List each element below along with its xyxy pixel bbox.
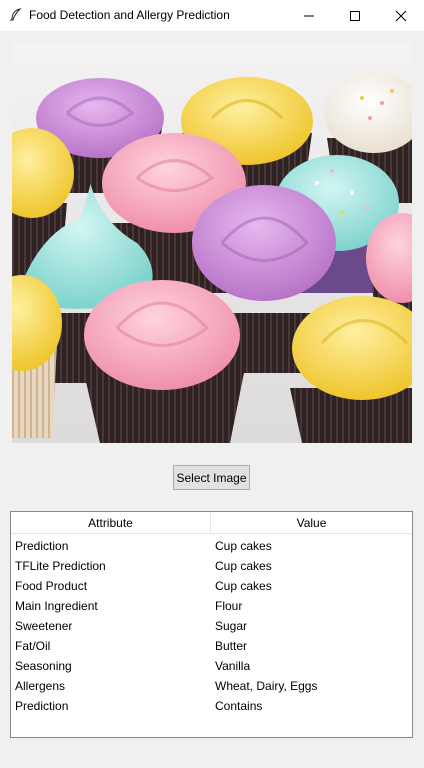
table-row[interactable]: Sweetener Sugar	[11, 616, 412, 636]
value-cell: Wheat, Dairy, Eggs	[215, 679, 318, 693]
close-button[interactable]	[378, 0, 424, 31]
value-cell: Cup cakes	[215, 559, 272, 573]
title-bar[interactable]: Food Detection and Allergy Prediction	[0, 0, 424, 31]
minimize-button[interactable]	[286, 0, 332, 31]
attribute-cell: Prediction	[15, 699, 69, 713]
value-cell: Flour	[215, 599, 243, 613]
attribute-cell: Fat/Oil	[15, 639, 51, 653]
cupcake-pink-front	[84, 280, 244, 443]
attribute-cell: Seasoning	[15, 659, 72, 673]
table-rows: Prediction Cup cakes TFLite Prediction C…	[11, 536, 412, 716]
value-cell: Vanilla	[215, 659, 251, 673]
app-window: Food Detection and Allergy Prediction Se…	[0, 0, 424, 768]
column-header-attribute[interactable]: Attribute	[11, 512, 211, 534]
maximize-button[interactable]	[332, 0, 378, 31]
cupcakes-illustration	[12, 43, 412, 443]
window-title: Food Detection and Allergy Prediction	[29, 8, 230, 22]
value-cell: Sugar	[215, 619, 248, 633]
food-image	[12, 43, 412, 443]
table-row[interactable]: Seasoning Vanilla	[11, 656, 412, 676]
table-row[interactable]: Food Product Cup cakes	[11, 576, 412, 596]
minimize-icon	[304, 15, 314, 16]
value-cell: Contains	[215, 699, 263, 713]
table-row[interactable]: Allergens Wheat, Dairy, Eggs	[11, 676, 412, 696]
attribute-cell: Prediction	[15, 539, 69, 553]
table-row[interactable]: Prediction Contains	[11, 696, 412, 716]
select-image-button[interactable]: Select Image	[173, 465, 250, 490]
value-cell: Butter	[215, 639, 248, 653]
table-row[interactable]: Main Ingredient Flour	[11, 596, 412, 616]
attribute-cell: Food Product	[15, 579, 88, 593]
attribute-cell: Allergens	[15, 679, 66, 693]
column-header-value[interactable]: Value	[211, 512, 412, 534]
results-table[interactable]: Attribute Value Prediction Cup cakes TFL…	[10, 511, 413, 738]
maximize-icon	[350, 10, 360, 21]
attribute-cell: Sweetener	[15, 619, 73, 633]
table-row[interactable]: Fat/Oil Butter	[11, 636, 412, 656]
attribute-cell: Main Ingredient	[15, 599, 98, 613]
close-icon	[395, 10, 407, 21]
value-cell: Cup cakes	[215, 579, 272, 593]
cupcake-yellow-front	[290, 296, 412, 443]
table-row[interactable]: TFLite Prediction Cup cakes	[11, 556, 412, 576]
attribute-cell: TFLite Prediction	[15, 559, 106, 573]
value-cell: Cup cakes	[215, 539, 272, 553]
feather-icon	[10, 8, 22, 22]
table-header: Attribute Value	[11, 512, 412, 534]
table-row[interactable]: Prediction Cup cakes	[11, 536, 412, 556]
